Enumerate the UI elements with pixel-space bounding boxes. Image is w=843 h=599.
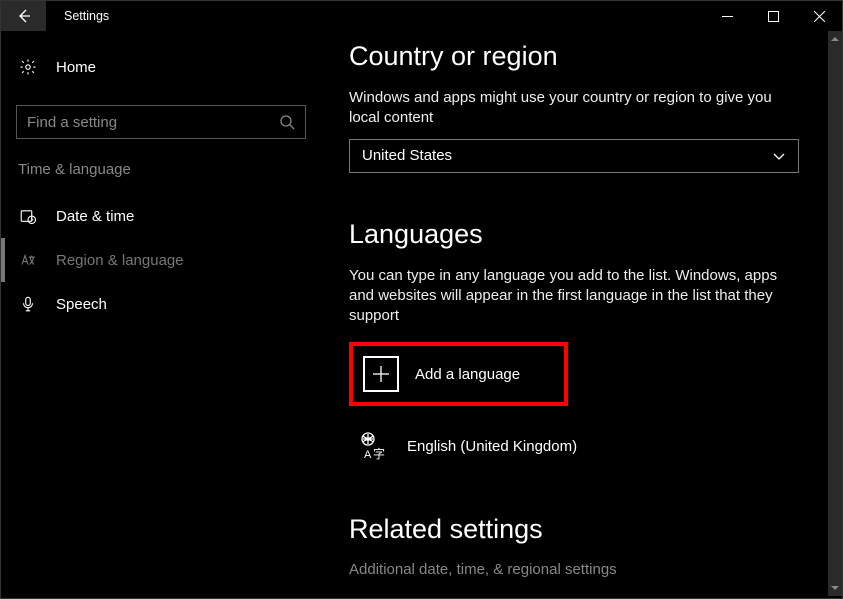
sidebar-item-label: Date & time (56, 208, 134, 225)
add-language-button[interactable]: Add a language (357, 350, 560, 398)
home-nav[interactable]: Home (16, 45, 306, 89)
search-input[interactable] (27, 114, 279, 131)
maximize-button[interactable] (750, 1, 796, 31)
chevron-up-icon (830, 34, 840, 44)
window-controls (704, 1, 842, 31)
sidebar: Home Time & language Date & time Region … (1, 31, 321, 598)
microphone-icon (18, 295, 38, 313)
country-description: Windows and apps might use your country … (349, 88, 779, 129)
close-icon (814, 11, 825, 22)
language-item[interactable]: A 字 English (United Kingdom) (349, 422, 802, 470)
highlight-annotation: Add a language (349, 342, 568, 406)
window-title: Settings (64, 9, 109, 23)
gear-icon (18, 58, 38, 76)
main-panel: Country or region Windows and apps might… (321, 31, 842, 598)
chevron-down-icon (772, 149, 786, 163)
search-icon (279, 114, 295, 130)
languages-description: You can type in any language you add to … (349, 266, 779, 327)
arrow-left-icon (16, 8, 32, 24)
country-heading: Country or region (349, 41, 802, 72)
svg-text:A: A (364, 449, 372, 461)
home-label: Home (56, 59, 96, 76)
titlebar: Settings (1, 1, 842, 31)
add-language-label: Add a language (415, 366, 520, 383)
close-button[interactable] (796, 1, 842, 31)
related-settings-link[interactable]: Additional date, time, & regional settin… (349, 561, 802, 578)
languages-heading: Languages (349, 219, 802, 250)
language-icon (18, 251, 38, 269)
maximize-icon (768, 11, 779, 22)
calendar-clock-icon (18, 207, 38, 225)
svg-text:字: 字 (373, 446, 385, 461)
sidebar-item-label: Region & language (56, 252, 184, 269)
sidebar-item-date-time[interactable]: Date & time (16, 194, 306, 238)
language-glyph-icon: A 字 (355, 428, 391, 464)
minimize-button[interactable] (704, 1, 750, 31)
minimize-icon (722, 11, 733, 22)
sidebar-item-region-language[interactable]: Region & language (1, 238, 306, 282)
plus-icon (363, 356, 399, 392)
sidebar-item-label: Speech (56, 296, 107, 313)
language-item-label: English (United Kingdom) (407, 438, 577, 455)
vertical-scrollbar[interactable] (828, 31, 842, 596)
chevron-down-icon (830, 583, 840, 593)
country-select[interactable]: United States (349, 139, 799, 173)
search-box[interactable] (16, 105, 306, 139)
related-heading: Related settings (349, 514, 802, 545)
back-button[interactable] (1, 1, 46, 31)
scroll-up-button[interactable] (828, 31, 842, 47)
country-selected-value: United States (362, 147, 452, 164)
sidebar-section-label: Time & language (16, 161, 306, 178)
scroll-down-button[interactable] (828, 580, 842, 596)
sidebar-item-speech[interactable]: Speech (16, 282, 306, 326)
